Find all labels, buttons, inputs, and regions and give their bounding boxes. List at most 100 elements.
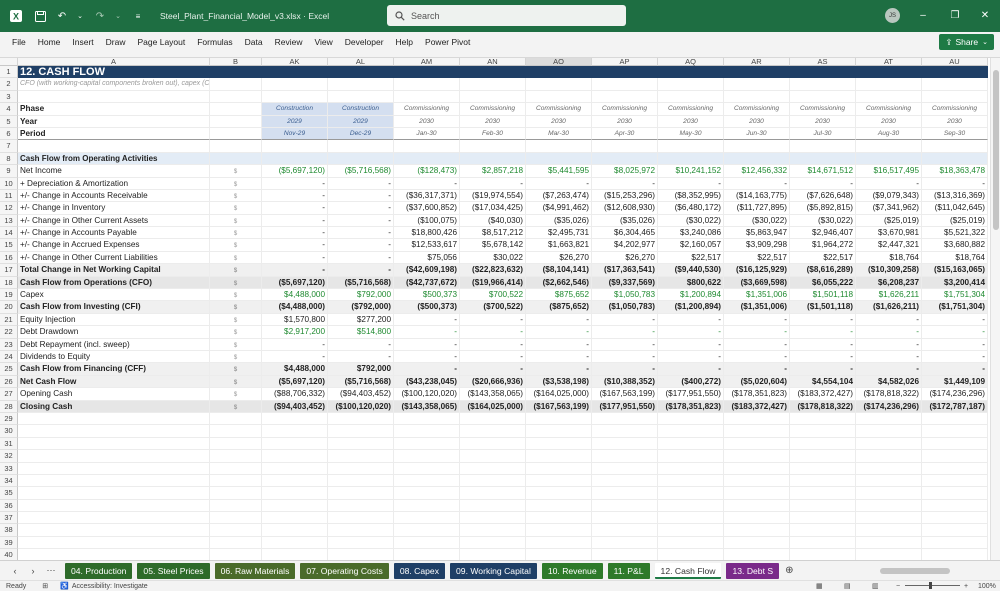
value-cell[interactable]: - xyxy=(262,251,328,265)
unit-cell[interactable] xyxy=(210,437,262,451)
sheet-tab[interactable]: 06. Raw Materials xyxy=(214,562,296,579)
value-cell[interactable] xyxy=(724,152,790,166)
value-cell[interactable] xyxy=(724,536,790,550)
value-cell[interactable] xyxy=(724,140,790,153)
value-cell[interactable] xyxy=(526,152,592,166)
value-cell[interactable]: ($22,823,632) xyxy=(460,264,526,277)
value-cell[interactable] xyxy=(790,512,856,525)
value-cell[interactable]: ($30,022) xyxy=(724,214,790,228)
value-cell[interactable] xyxy=(658,462,724,475)
value-cell[interactable] xyxy=(394,487,460,500)
value-cell[interactable] xyxy=(592,450,658,463)
value-cell[interactable] xyxy=(592,78,658,91)
value-cell[interactable]: ($7,626,648) xyxy=(790,189,856,203)
row-label-cell[interactable] xyxy=(18,549,210,560)
value-cell[interactable]: - xyxy=(394,363,460,376)
unit-cell[interactable] xyxy=(210,78,262,91)
value-cell[interactable]: - xyxy=(592,350,658,364)
value-cell[interactable] xyxy=(658,66,724,79)
value-cell[interactable] xyxy=(592,524,658,537)
unit-cell[interactable]: $ xyxy=(210,239,262,252)
value-cell[interactable] xyxy=(790,140,856,153)
row-label-cell[interactable] xyxy=(18,450,210,463)
value-cell[interactable]: $10,241,152 xyxy=(658,165,724,178)
accessibility-status[interactable]: Accessibility: Investigate xyxy=(72,583,148,590)
value-cell[interactable] xyxy=(460,78,526,91)
value-cell[interactable]: ($1,050,783) xyxy=(592,301,658,314)
value-cell[interactable]: ($8,616,289) xyxy=(790,264,856,277)
header-value-cell[interactable]: Apr-30 xyxy=(592,127,658,141)
row-label-cell[interactable] xyxy=(18,499,210,513)
user-avatar[interactable]: JS xyxy=(885,8,900,23)
row-label-cell[interactable]: Net Cash Flow xyxy=(18,375,210,389)
column-header-at[interactable]: AT xyxy=(856,58,922,66)
row-label-cell[interactable]: +/- Change in Accrued Expenses xyxy=(18,239,210,252)
value-cell[interactable]: $5,863,947 xyxy=(724,227,790,240)
value-cell[interactable] xyxy=(262,66,328,79)
value-cell[interactable] xyxy=(724,549,790,560)
value-cell[interactable]: ($5,697,120) xyxy=(262,276,328,290)
value-cell[interactable]: $12,456,332 xyxy=(724,165,790,178)
value-cell[interactable] xyxy=(328,78,394,91)
value-cell[interactable] xyxy=(526,549,592,560)
value-cell[interactable] xyxy=(592,536,658,550)
value-cell[interactable] xyxy=(592,499,658,513)
value-cell[interactable] xyxy=(856,474,922,488)
column-header-al[interactable]: AL xyxy=(328,58,394,66)
value-cell[interactable] xyxy=(922,450,988,463)
page-break-icon[interactable]: ▥ xyxy=(872,582,879,590)
value-cell[interactable] xyxy=(328,512,394,525)
unit-cell[interactable] xyxy=(210,140,262,153)
value-cell[interactable]: ($178,818,322) xyxy=(790,400,856,413)
row-header[interactable]: 26 xyxy=(0,375,18,389)
value-cell[interactable] xyxy=(526,140,592,153)
unit-cell[interactable] xyxy=(210,524,262,537)
value-cell[interactable] xyxy=(394,474,460,488)
unit-cell[interactable] xyxy=(210,425,262,438)
value-cell[interactable]: - xyxy=(724,313,790,327)
value-cell[interactable]: $18,800,426 xyxy=(394,227,460,240)
value-cell[interactable]: $4,488,000 xyxy=(262,289,328,302)
value-cell[interactable] xyxy=(526,66,592,79)
header-value-cell[interactable]: Feb-30 xyxy=(460,127,526,141)
value-cell[interactable]: - xyxy=(856,177,922,190)
row-label-cell[interactable] xyxy=(18,412,210,426)
value-cell[interactable]: - xyxy=(790,177,856,190)
value-cell[interactable] xyxy=(790,78,856,91)
value-cell[interactable]: - xyxy=(658,338,724,351)
value-cell[interactable]: - xyxy=(922,350,988,364)
value-cell[interactable] xyxy=(856,524,922,537)
value-cell[interactable]: $2,495,731 xyxy=(526,227,592,240)
value-cell[interactable] xyxy=(658,90,724,104)
value-cell[interactable]: - xyxy=(328,177,394,190)
value-cell[interactable]: ($19,966,414) xyxy=(460,276,526,290)
row-label-cell[interactable] xyxy=(18,437,210,451)
value-cell[interactable]: ($1,200,894) xyxy=(658,301,724,314)
value-cell[interactable]: - xyxy=(262,239,328,252)
value-cell[interactable]: - xyxy=(592,363,658,376)
value-cell[interactable]: - xyxy=(526,350,592,364)
value-cell[interactable] xyxy=(922,437,988,451)
header-value-cell[interactable]: Commissioning xyxy=(394,103,460,116)
row-label-cell[interactable]: Debt Repayment (incl. sweep) xyxy=(18,338,210,351)
value-cell[interactable] xyxy=(922,536,988,550)
value-cell[interactable]: ($20,666,936) xyxy=(460,375,526,389)
horizontal-scroll-thumb[interactable] xyxy=(880,568,950,574)
value-cell[interactable]: $22,517 xyxy=(658,251,724,265)
value-cell[interactable]: ($164,025,000) xyxy=(526,388,592,401)
value-cell[interactable]: ($3,669,598) xyxy=(724,276,790,290)
value-cell[interactable] xyxy=(658,78,724,91)
value-cell[interactable] xyxy=(460,512,526,525)
row-label-cell[interactable]: Closing Cash xyxy=(18,400,210,413)
value-cell[interactable] xyxy=(922,549,988,560)
value-cell[interactable]: ($17,363,541) xyxy=(592,264,658,277)
value-cell[interactable]: $1,501,118 xyxy=(790,289,856,302)
row-header[interactable]: 35 xyxy=(0,487,18,500)
value-cell[interactable]: $792,000 xyxy=(328,289,394,302)
unit-cell[interactable]: $ xyxy=(210,313,262,327)
header-value-cell[interactable]: Commissioning xyxy=(592,103,658,116)
value-cell[interactable] xyxy=(328,66,394,79)
value-cell[interactable]: ($42,609,198) xyxy=(394,264,460,277)
row-header[interactable]: 37 xyxy=(0,512,18,525)
value-cell[interactable] xyxy=(526,462,592,475)
